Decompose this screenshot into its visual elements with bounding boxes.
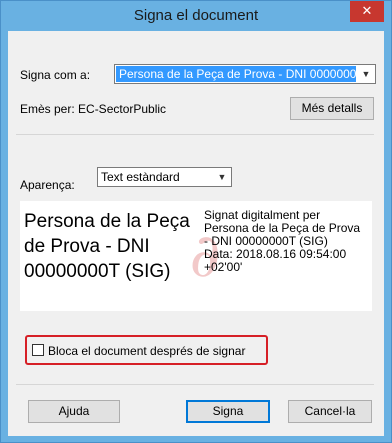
appearance-label: Aparença: xyxy=(20,178,75,192)
lock-document-checkbox[interactable] xyxy=(32,344,44,356)
preview-name-line: de Prova - DNI xyxy=(24,236,150,257)
section-divider xyxy=(16,134,374,135)
close-icon: ✕ xyxy=(361,3,373,18)
chevron-down-icon: ▼ xyxy=(361,69,371,79)
sign-as-label: Signa com a: xyxy=(20,68,91,82)
title-bar[interactable]: Signa el document ✕ xyxy=(1,1,391,31)
close-button[interactable]: ✕ xyxy=(350,1,384,22)
sign-document-dialog: Signa el document ✕ Signa com a: Persona… xyxy=(0,0,392,443)
appearance-select[interactable]: Text estàndard ▼ xyxy=(97,167,232,187)
footer-divider xyxy=(16,384,374,385)
help-button[interactable]: Ajuda xyxy=(28,400,120,423)
chevron-down-icon: ▼ xyxy=(217,172,227,182)
sign-button[interactable]: Signa xyxy=(186,400,270,423)
appearance-value: Text estàndard xyxy=(101,170,180,184)
preview-name-line: Persona de la Peça xyxy=(24,211,190,232)
sign-as-select[interactable]: Persona de la Peça de Prova - DNI 000000… xyxy=(114,64,376,84)
lock-document-option[interactable]: Bloca el document després de signar xyxy=(25,335,268,365)
dialog-title: Signa el document xyxy=(133,7,259,24)
lock-document-label[interactable]: Bloca el document després de signar xyxy=(48,344,245,358)
sign-as-value: Persona de la Peça de Prova - DNI 000000… xyxy=(116,66,356,82)
preview-signer-name: Persona de la Peça de Prova - DNI 000000… xyxy=(24,209,209,284)
issuer-text: Emès per: EC-SectorPublic xyxy=(20,102,167,116)
more-details-button[interactable]: Més detalls xyxy=(290,97,374,120)
dialog-body: Signa com a: Persona de la Peça de Prova… xyxy=(8,31,384,436)
preview-detail-line: +02'00' xyxy=(204,260,243,274)
signature-preview: ∂ Persona de la Peça de Prova - DNI 0000… xyxy=(20,201,372,311)
preview-signature-details: Signat digitalment per Persona de la Peç… xyxy=(204,209,374,274)
preview-name-line: 00000000T (SIG) xyxy=(24,261,171,282)
cancel-button[interactable]: Cancel·la xyxy=(288,400,372,423)
